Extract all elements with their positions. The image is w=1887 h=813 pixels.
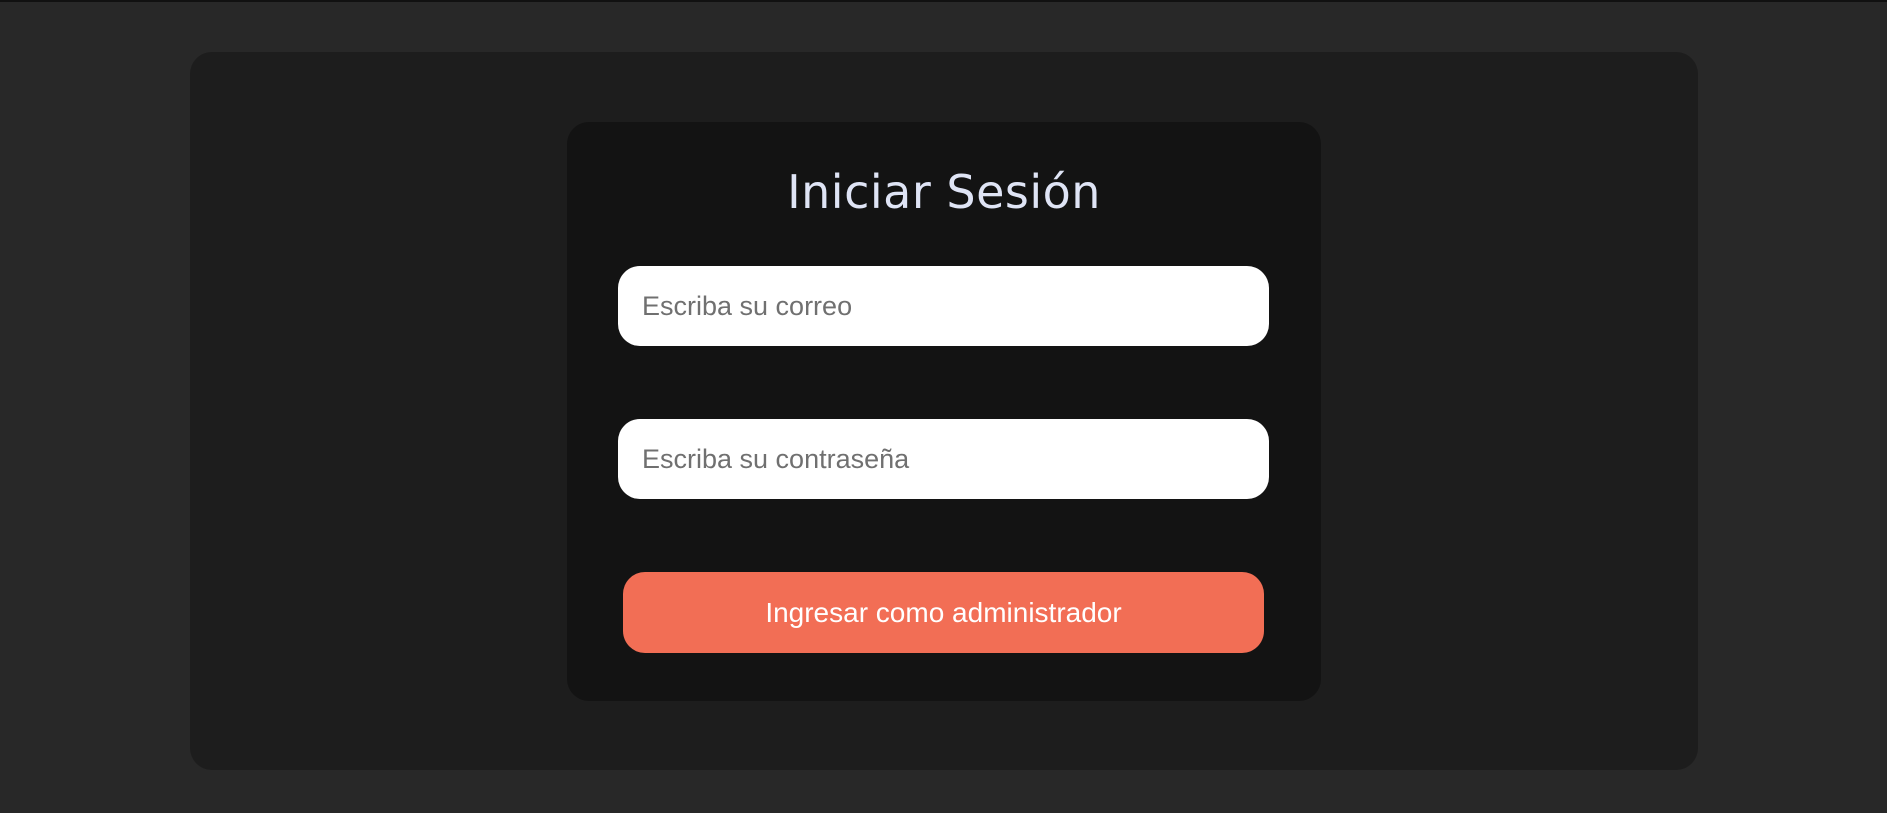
login-title: Iniciar Sesión — [787, 165, 1101, 219]
login-card: Iniciar Sesión Ingresar como administrad… — [567, 122, 1321, 701]
admin-login-button[interactable]: Ingresar como administrador — [623, 572, 1264, 653]
password-input[interactable] — [618, 419, 1269, 499]
outer-panel: Iniciar Sesión Ingresar como administrad… — [190, 52, 1698, 770]
email-input[interactable] — [618, 266, 1269, 346]
